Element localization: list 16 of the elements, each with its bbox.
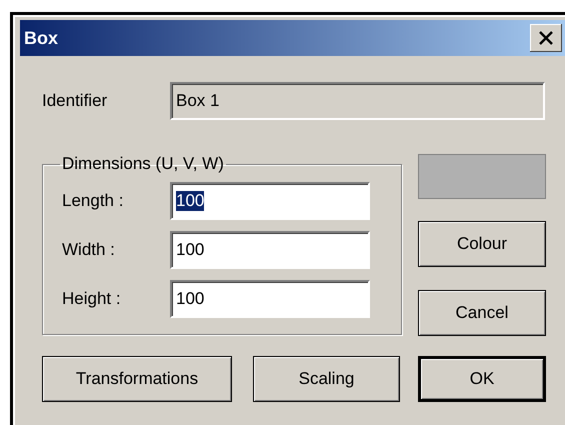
dialog-button[interactable]: Transformations <box>42 356 232 402</box>
dialog-button[interactable]: OK <box>418 356 546 402</box>
field-label: Width : <box>62 240 116 260</box>
window-title: Box <box>24 28 58 48</box>
dialog-button[interactable]: Colour <box>418 221 546 267</box>
field-label: Height : <box>62 289 122 309</box>
input-field[interactable]: 100 <box>170 231 370 269</box>
close-icon <box>538 31 554 45</box>
dialog-button[interactable]: Cancel <box>418 290 546 336</box>
input-field[interactable]: 100 <box>170 280 370 318</box>
dialog-button[interactable]: Scaling <box>253 356 400 402</box>
input-field[interactable]: 100 <box>170 182 370 220</box>
group-legend: Dimensions (U, V, W) <box>60 154 226 174</box>
close-button[interactable] <box>530 24 562 52</box>
identifier-label: Identifier <box>42 91 108 111</box>
field-label: Length : <box>62 191 124 211</box>
